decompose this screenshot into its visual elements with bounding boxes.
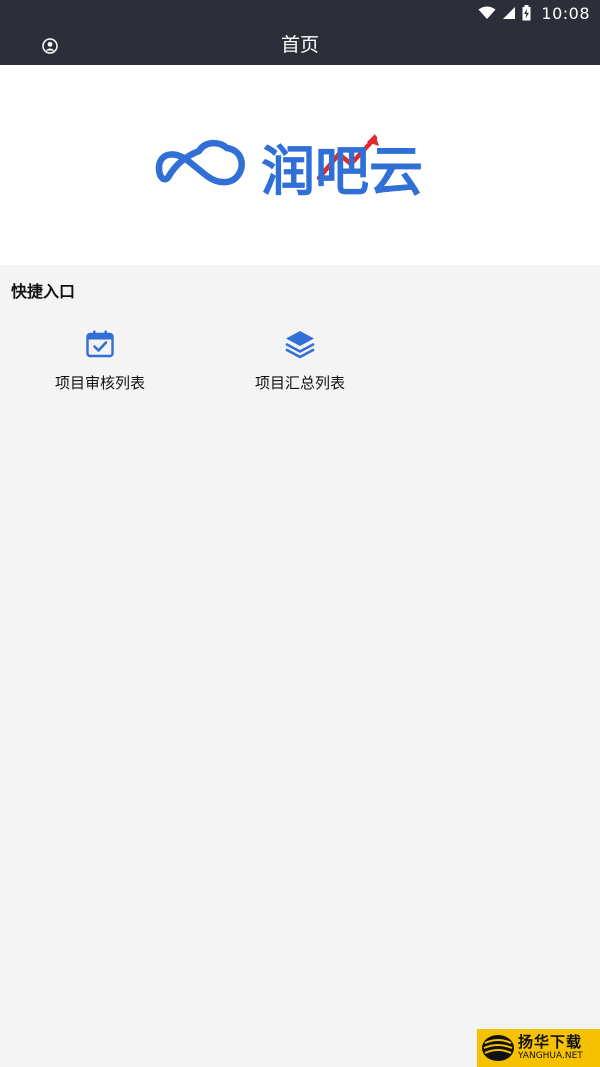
calendar-check-icon	[84, 326, 116, 362]
layers-icon	[284, 326, 316, 362]
svg-text:润吧云: 润吧云	[261, 140, 423, 198]
user-profile-button[interactable]	[41, 37, 59, 55]
banner: 润吧云	[0, 65, 600, 265]
page-title: 首页	[280, 34, 319, 56]
watermark-cn: 扬华下载	[518, 1033, 583, 1051]
project-summary-list-shortcut[interactable]: 项目汇总列表	[200, 326, 400, 400]
brand-logo: 润吧云	[153, 132, 443, 203]
site-watermark: 扬华下载 YANGHUA.NET	[477, 1029, 600, 1067]
watermark-en: YANGHUA.NET	[518, 1051, 583, 1061]
status-time: 10:08	[541, 3, 590, 23]
project-summary-list-label: 项目汇总列表	[254, 374, 345, 392]
wifi-icon	[478, 6, 496, 19]
project-audit-list-shortcut[interactable]: 项目审核列表	[0, 326, 200, 400]
project-audit-list-label: 项目审核列表	[54, 374, 145, 392]
signal-icon	[503, 7, 516, 19]
quick-entry-title: 快捷入口	[11, 282, 76, 301]
yanghua-logo-icon	[482, 1035, 514, 1061]
status-bar: 10:08	[0, 0, 600, 26]
user-icon	[42, 38, 58, 54]
battery-charging-icon	[522, 5, 531, 21]
app-bar: 首页	[0, 26, 600, 65]
